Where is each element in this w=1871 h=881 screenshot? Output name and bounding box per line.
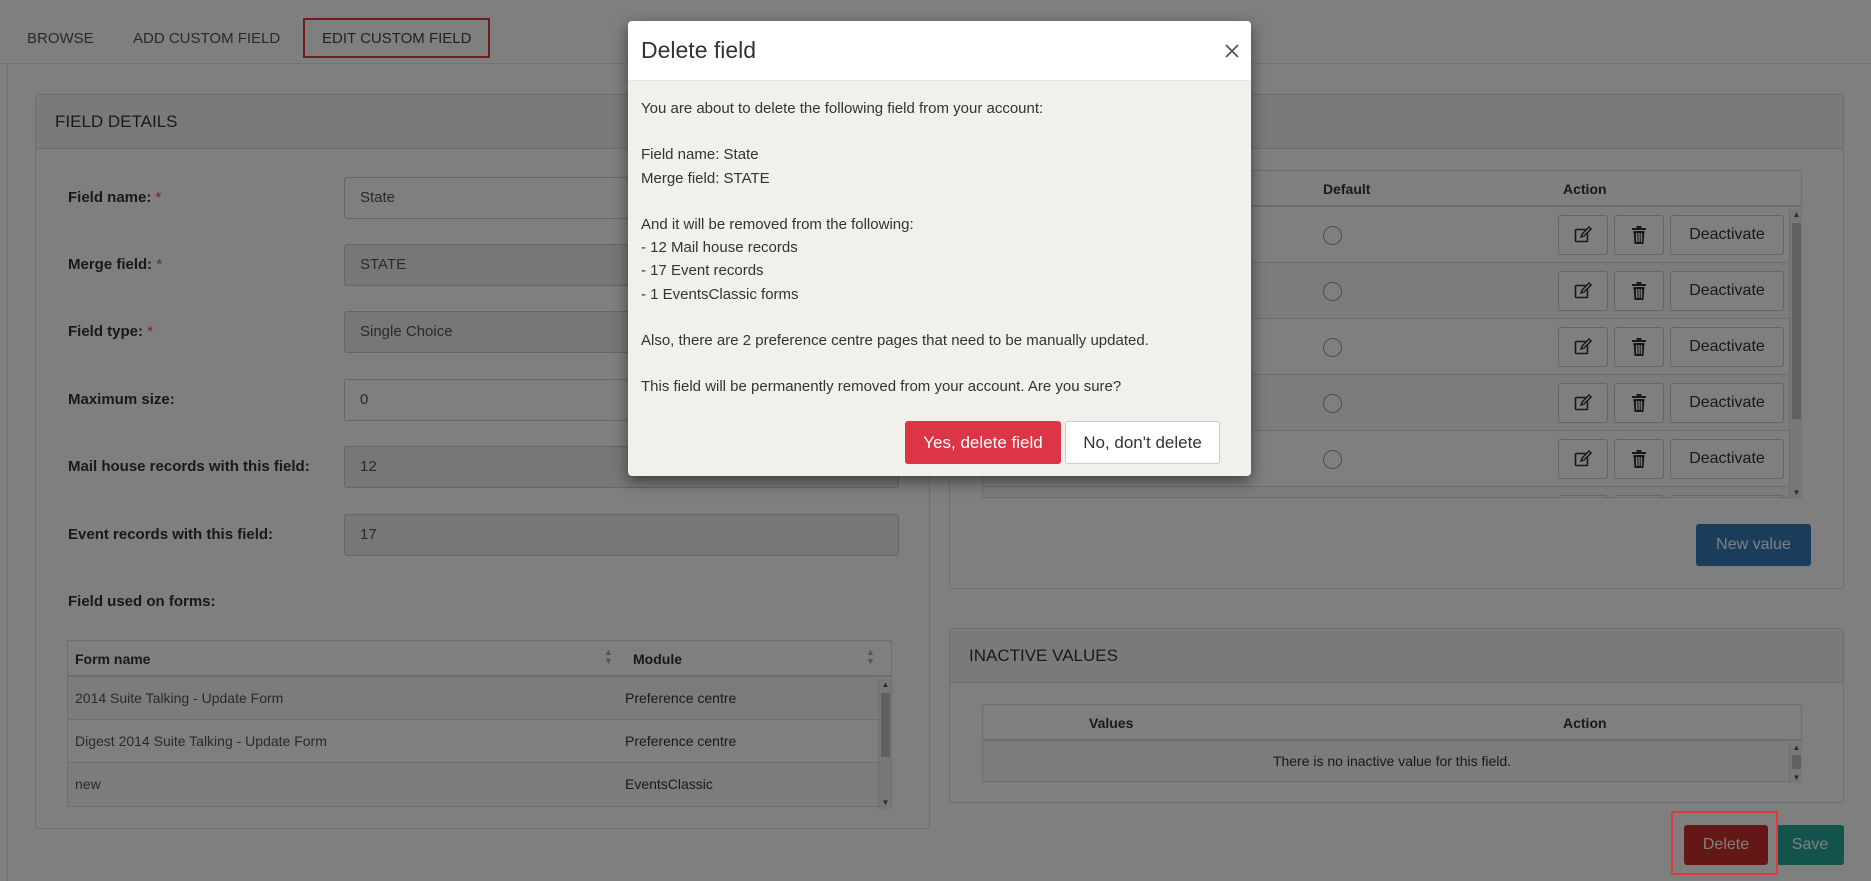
modal-preference-note: Also, there are 2 preference centre page… xyxy=(641,331,1149,349)
modal-body: You are about to delete the following fi… xyxy=(641,97,1241,398)
close-icon[interactable] xyxy=(1221,40,1243,62)
modal-intro: You are about to delete the following fi… xyxy=(641,100,1044,117)
modal-item: - 1 EventsClassic forms xyxy=(641,285,799,303)
delete-field-modal: Delete field You are about to delete the… xyxy=(628,21,1251,476)
modal-header: Delete field xyxy=(628,21,1251,81)
confirm-delete-button[interactable]: Yes, delete field xyxy=(905,421,1061,464)
modal-item: - 17 Event records xyxy=(641,262,764,280)
modal-merge-field: Merge field: STATE xyxy=(641,169,770,187)
delete-button-highlight xyxy=(1671,811,1778,875)
modal-item: - 12 Mail house records xyxy=(641,239,798,257)
modal-confirm-text: This field will be permanently removed f… xyxy=(641,378,1122,396)
modal-field-name: Field name: State xyxy=(641,146,759,164)
modal-removed-from: And it will be removed from the followin… xyxy=(641,215,914,233)
cancel-delete-button[interactable]: No, don't delete xyxy=(1065,421,1220,464)
modal-title: Delete field xyxy=(641,37,757,63)
